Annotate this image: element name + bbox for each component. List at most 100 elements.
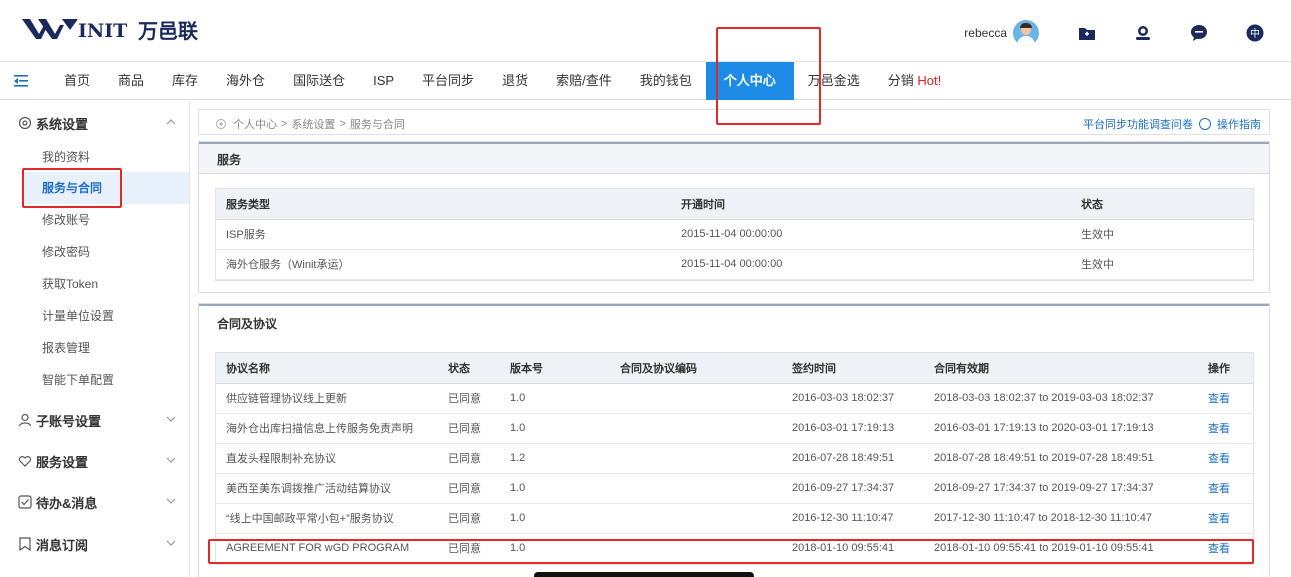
view-link[interactable]: 查看 [1198,443,1253,474]
logo-text: 万邑联 [138,18,198,43]
table-cell: 1.2 [500,443,610,474]
table-cell: 2016-03-03 18:02:37 [782,383,924,414]
sidebar-item-change-account[interactable]: 修改账号 [22,204,189,236]
table-cell: 2018-01-10 09:55:41 [782,533,924,564]
breadcrumb-separator: > [339,118,346,130]
sidebar-item-unit-settings[interactable]: 计量单位设置 [22,300,189,332]
avatar[interactable] [1013,20,1039,46]
header-actions: rebecca 中 [964,20,1265,46]
column-header: 合同及协议编码 [610,353,782,384]
table-row: 直发头程限制补充协议 已同意 1.2 2016-07-28 18:49:51 2018-… [216,443,1253,474]
nav-item-returns[interactable]: 退货 [488,62,542,100]
chat-icon[interactable] [1189,23,1209,43]
nav-item-intl-delivery[interactable]: 国际送仓 [279,62,359,100]
main-nav: 首页 商品 库存 海外仓 国际送仓 ISP 平台同步 退货 索赔/查件 我的钱包… [0,62,1291,100]
username[interactable]: rebecca [964,26,1007,40]
nav-item-home[interactable]: 首页 [50,62,104,100]
svg-text:INIT: INIT [78,20,127,42]
sidebar-group-label: 消息订阅 [36,537,89,553]
table-cell: 2015-11-04 00:00:00 [671,249,1071,280]
view-link[interactable]: 查看 [1198,473,1253,504]
nav-item-distribution[interactable]: 分销 Hot! [874,62,955,100]
support-icon[interactable] [1133,23,1153,43]
winit-logo[interactable]: INIT 万邑联 [22,14,198,44]
table-row: “线上中国邮政平常小包+”服务协议 已同意 1.0 2016-12-30 11:10:… [216,503,1253,534]
breadcrumb: 个人中心 > 系统设置 > 服务与合同 平台同步功能调查问卷 操作指南 [198,109,1270,135]
sidebar-item-smart-order-config[interactable]: 智能下单配置 [22,364,189,396]
column-header: 操作 [1198,353,1253,384]
chevron-up-icon [166,119,176,125]
view-link[interactable]: 查看 [1198,383,1253,414]
sidebar-item-my-profile[interactable]: 我的资料 [22,141,189,173]
checkbox-icon [18,495,32,509]
table-cell [610,383,782,414]
guide-link[interactable]: 操作指南 [1217,116,1261,132]
contracts-panel: 合同及协议 协议名称 状态 版本号 合同及协议编码 签约时间 合同有效期 操作 … [198,303,1270,577]
column-header: 签约时间 [782,353,924,384]
breadcrumb-item[interactable]: 系统设置 [291,116,335,132]
table-cell: ISP服务 [216,219,671,250]
table-cell: 1.0 [500,473,610,504]
column-header: 状态 [438,353,500,384]
breadcrumb-trail: 个人中心 > 系统设置 > 服务与合同 [215,116,405,132]
table-row: 海外仓服务（Winit承运） 2015-11-04 00:00:00 生效中 [216,249,1253,280]
view-link[interactable]: 查看 [1198,503,1253,534]
sidebar-group-subaccount-settings[interactable]: 子账号设置 [0,400,190,440]
sidebar-item-get-token[interactable]: 获取Token [22,268,189,300]
chevron-down-icon [166,416,176,422]
language-icon[interactable]: 中 [1245,23,1265,43]
sidebar-item-report-management[interactable]: 报表管理 [22,332,189,364]
table-cell: 供应链管理协议线上更新 [216,383,438,414]
top-header: INIT 万邑联 rebecca 中 [0,0,1291,62]
nav-item-wallet[interactable]: 我的钱包 [626,62,706,100]
view-link[interactable]: 查看 [1198,533,1253,564]
table-row: 海外仓出库扫描信息上传服务免责声明 已同意 1.0 2016-03-01 17:19:… [216,413,1253,444]
folder-icon[interactable] [1077,23,1097,43]
nav-item-personal-center[interactable]: 个人中心 [705,62,794,100]
table-cell: 海外仓服务（Winit承运） [216,249,671,280]
nav-item-overseas-warehouse[interactable]: 海外仓 [212,62,279,100]
sidebar-item-change-password[interactable]: 修改密码 [22,236,189,268]
contracts-table-body: 供应链管理协议线上更新 已同意 1.0 2016-03-03 18:02:37 2018… [216,383,1253,564]
table-cell: 1.0 [500,503,610,534]
nav-items: 首页 商品 库存 海外仓 国际送仓 ISP 平台同步 退货 索赔/查件 我的钱包… [50,62,955,100]
nav-item-products[interactable]: 商品 [104,62,158,100]
chevron-down-icon [166,498,176,504]
sidebar-item-services-contracts[interactable]: 服务与合同 [22,172,189,204]
table-cell: 2018-09-27 17:34:37 to 2019-09-27 17:34:… [924,473,1198,504]
survey-link[interactable]: 平台同步功能调查问卷 [1083,116,1193,132]
table-cell: 1.0 [500,413,610,444]
table-row: ISP服务 2015-11-04 00:00:00 生效中 [216,219,1253,250]
gear-icon [18,116,32,130]
column-header: 状态 [1071,189,1253,220]
nav-item-isp[interactable]: ISP [359,62,408,100]
tooltip-peek [534,572,754,577]
main-content: 个人中心 > 系统设置 > 服务与合同 平台同步功能调查问卷 操作指南 服务 服… [198,101,1284,577]
sidebar-toggle-icon[interactable] [14,73,30,89]
nav-item-inventory[interactable]: 库存 [158,62,212,100]
nav-item-platform-sync[interactable]: 平台同步 [408,62,488,100]
table-cell: 2018-01-10 09:55:41 to 2019-01-10 09:55:… [924,533,1198,564]
table-cell: 已同意 [438,413,500,444]
table-cell: 2016-07-28 18:49:51 [782,443,924,474]
table-cell: 2016-09-27 17:34:37 [782,473,924,504]
sidebar-group-todo-messages[interactable]: 待办&消息 [0,482,190,522]
column-header: 协议名称 [216,353,438,384]
column-header: 开通时间 [671,189,1071,220]
heart-icon [18,456,32,467]
breadcrumb-item[interactable]: 个人中心 [233,116,277,132]
table-cell: 直发头程限制补充协议 [216,443,438,474]
nav-item-winit-select[interactable]: 万邑金选 [794,62,874,100]
view-link[interactable]: 查看 [1198,413,1253,444]
table-cell: 已同意 [438,533,500,564]
table-cell: 2018-03-03 18:02:37 to 2019-03-03 18:02:… [924,383,1198,414]
contracts-title: 合同及协议 [199,304,1269,340]
sidebar-group-service-settings[interactable]: 服务设置 [0,441,190,481]
sidebar-group-message-subscription[interactable]: 消息订阅 [0,524,190,564]
sidebar-group-system-settings[interactable]: 系统设置 [0,103,190,143]
sidebar-group-label: 系统设置 [36,116,89,132]
bookmark-icon [19,537,31,551]
table-cell: 已同意 [438,503,500,534]
table-cell: 2015-11-04 00:00:00 [671,219,1071,250]
nav-item-claims[interactable]: 索赔/查件 [542,62,626,100]
